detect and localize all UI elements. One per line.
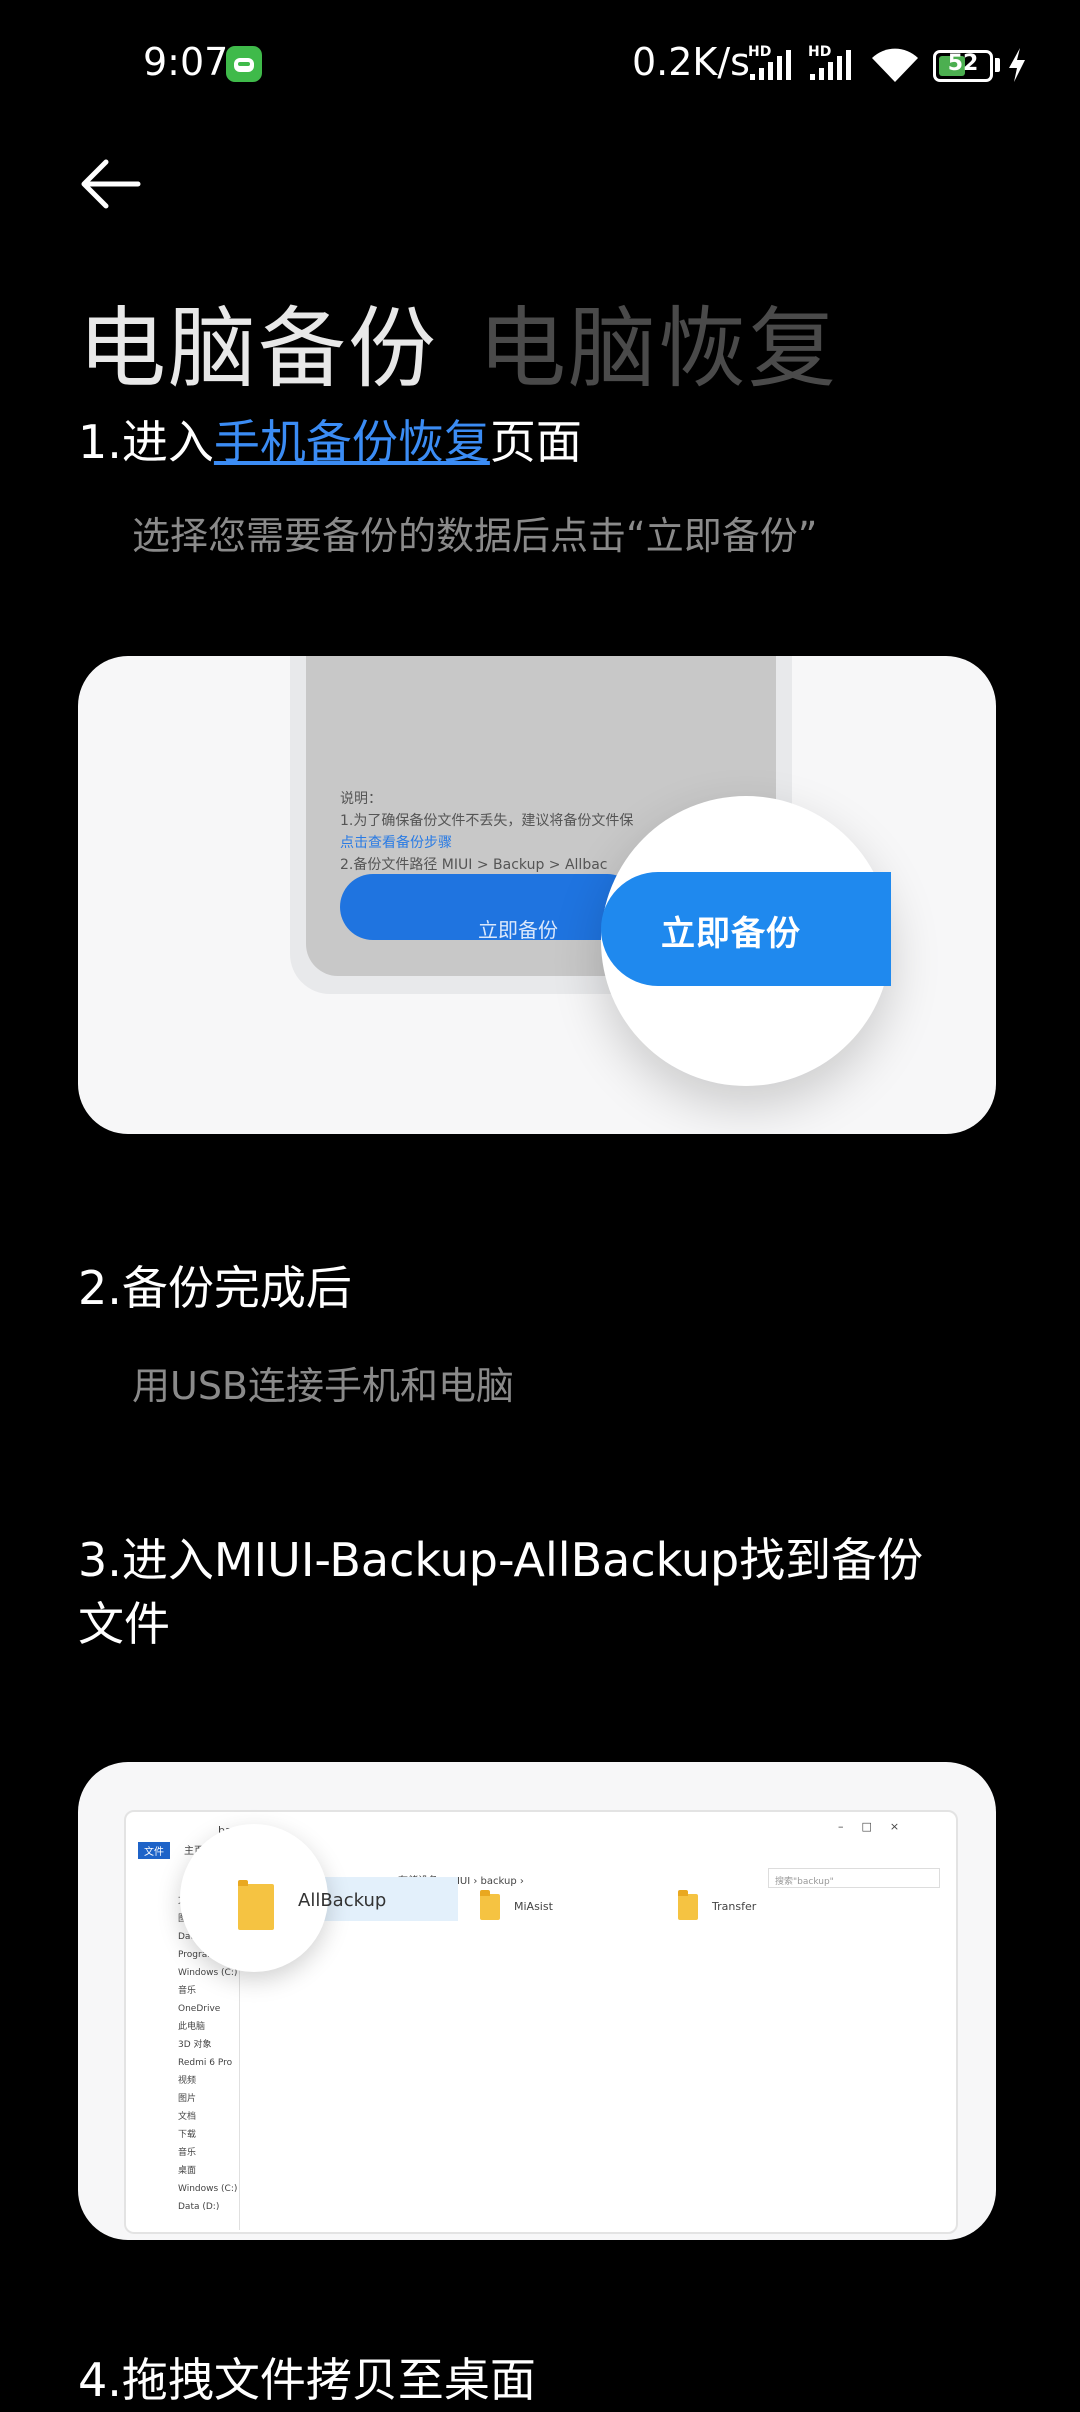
sidebar-item: 音乐 [178,1986,197,1996]
sidebar-item: 桌面 [178,2166,197,2176]
sidebar-item: 3D 对象 [178,2040,212,2050]
sidebar-item: Redmi 6 Pro [178,2058,233,2068]
note-line1: 1.为了确保备份文件不丢失，建议将备份文件保 [340,813,634,829]
sidebar-item: 音乐 [178,2148,197,2158]
step1-title: 1.进入手机备份恢复页面 [78,415,582,469]
step1-desc: 选择您需要备份的数据后点击“立即备份” [132,514,818,558]
sidebar-item: 下载 [178,2130,197,2140]
tab-pc-backup[interactable]: 电脑备份 [78,278,438,405]
sidebar-item: 文档 [178,2112,197,2122]
folder-allbackup: AllBackup [298,1890,387,1911]
svg-text:HD: HD [808,44,831,60]
folder-miasist: MiAsist [514,1900,553,1913]
status-time: 9:07 [143,40,229,84]
step2-desc: 用USB连接手机和电脑 [132,1364,515,1408]
charging-icon [1009,48,1025,82]
note-title: 说明： [340,791,382,807]
zoomed-backup-label: 立即备份 [661,914,801,954]
battery-level: 52 [947,51,979,76]
folder-transfer: Transfer [712,1900,757,1913]
window-controls: –□× [838,1820,918,1833]
step2-title: 2.备份完成后 [78,1261,352,1315]
folder-icon [480,1890,500,1920]
tab-pc-restore[interactable]: 电脑恢复 [478,278,838,405]
app-notification-icon [226,46,262,82]
signal-icon: HD [748,44,791,80]
step4-title: 4.拖拽文件拷贝至桌面 [78,2353,536,2407]
signal-icon: HD [808,44,851,80]
back-arrow-icon[interactable] [78,156,142,212]
note-line2: 2.备份文件路径 MIUI > Backup > Allbac [340,857,608,873]
sidebar-item: OneDrive [178,2004,221,2014]
ribbon-tab-file: 文件 [138,1842,170,1859]
explorer-illustration-card: backup –□× 文件 主页 共享 存储设备 › MIUI › backup… [78,1762,996,2240]
sidebar-item: 图片 [178,2094,197,2104]
backup-illustration-card: 说明： 1.为了确保备份文件不丢失，建议将备份文件保 点击查看备份步骤 2.备份… [78,656,996,1134]
backup-restore-link[interactable]: 手机备份恢复 [214,415,490,469]
folder-icon [238,1880,274,1930]
step3-title: 3.进入MIUI-Backup-AllBackup找到备份 文件 [78,1533,924,1651]
note-link: 点击查看备份步骤 [340,835,452,851]
explorer-search-box: 搜索"backup" [768,1868,940,1888]
small-backup-label: 立即备份 [478,918,558,942]
battery-icon: 52 [933,50,993,82]
sidebar-item: Data (D:) [178,2202,220,2212]
battery-tip [995,58,1000,72]
network-speed: 0.2K/s [632,40,750,84]
sidebar-item: Windows (C:) [178,2184,238,2194]
sidebar-item: 视频 [178,2076,197,2086]
sidebar-item: 此电脑 [178,2022,206,2032]
wifi-icon [872,48,918,82]
folder-icon [678,1890,698,1920]
svg-text:HD: HD [748,44,771,60]
